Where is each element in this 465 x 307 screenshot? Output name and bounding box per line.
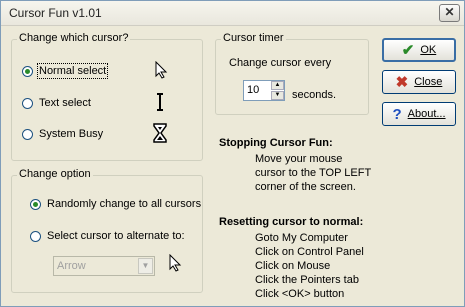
timer-value[interactable]: 10 xyxy=(247,84,259,96)
radio-normal-select[interactable]: Normal select xyxy=(22,63,109,79)
stopping-heading: Stopping Cursor Fun: xyxy=(219,137,333,149)
stopping-line-1: Move your mouse xyxy=(255,153,343,165)
radio-select-alternate[interactable]: Select cursor to alternate to: xyxy=(30,230,185,242)
cursor-fun-window: Cursor Fun v1.01 ✕ Change which cursor? … xyxy=(0,0,465,307)
question-icon: ? xyxy=(392,105,402,123)
timer-unit: seconds. xyxy=(292,89,337,101)
radio-text-select-label: Text select xyxy=(39,97,91,109)
resetting-line-1: Goto My Computer xyxy=(255,232,348,244)
radio-normal-select-dot[interactable] xyxy=(22,65,33,77)
about-button-label: About... xyxy=(407,108,446,120)
about-button[interactable]: ? About... xyxy=(382,102,456,126)
stopping-line-3: corner of the screen. xyxy=(255,181,356,193)
radio-system-busy-dot[interactable] xyxy=(22,128,33,140)
window-close-button[interactable]: ✕ xyxy=(439,4,460,22)
preview-cursor-icon xyxy=(169,254,182,272)
radio-system-busy[interactable]: System Busy xyxy=(22,128,103,140)
alternate-cursor-value: Arrow xyxy=(57,260,86,272)
radio-randomly-change-dot[interactable] xyxy=(30,198,41,210)
radio-select-alternate-dot[interactable] xyxy=(30,230,41,242)
hourglass-icon xyxy=(153,123,167,143)
radio-randomly-change-label: Randomly change to all cursors xyxy=(47,198,202,210)
close-icon: ✕ xyxy=(444,5,455,19)
text-cursor-icon xyxy=(157,93,163,111)
arrow-cursor-icon xyxy=(155,61,168,79)
cursor-timer-group: Cursor timer Change cursor every xyxy=(215,32,369,115)
ok-button[interactable]: ✔ OK xyxy=(382,38,456,62)
spin-down-icon[interactable]: ▼ xyxy=(271,91,284,100)
cursor-group-legend: Change which cursor? xyxy=(17,32,131,44)
radio-randomly-change[interactable]: Randomly change to all cursors xyxy=(30,198,201,210)
resetting-heading: Resetting cursor to normal: xyxy=(219,216,364,228)
change-option-legend: Change option xyxy=(17,168,93,180)
radio-text-select-dot[interactable] xyxy=(22,97,33,109)
radio-text-select[interactable]: Text select xyxy=(22,97,91,109)
resetting-line-3: Click on Mouse xyxy=(255,260,331,272)
close-button-label: Close xyxy=(414,76,443,88)
checkmark-icon: ✔ xyxy=(401,41,415,59)
timer-spinner[interactable]: 10 ▲ ▼ xyxy=(243,80,285,101)
resetting-line-2: Click on Control Panel xyxy=(255,246,364,258)
alternate-cursor-select[interactable]: Arrow ▼ xyxy=(53,256,155,276)
resetting-line-4: Click the Pointers tab xyxy=(255,274,359,286)
chevron-down-icon[interactable]: ▼ xyxy=(138,258,153,274)
cursor-timer-legend: Cursor timer xyxy=(221,32,286,44)
close-button[interactable]: ✖ Close xyxy=(382,70,456,94)
window-title: Cursor Fun v1.01 xyxy=(9,6,102,20)
stopping-line-2: cursor to the TOP LEFT xyxy=(255,167,372,179)
ok-button-label: OK xyxy=(420,44,437,56)
title-bar[interactable]: Cursor Fun v1.01 ✕ xyxy=(1,1,464,26)
cursor-group: Change which cursor? Normal select Text … xyxy=(11,32,203,161)
resetting-line-5: Click <OK> button xyxy=(255,288,345,300)
red-x-icon: ✖ xyxy=(395,73,409,91)
timer-label: Change cursor every xyxy=(229,57,332,69)
radio-select-alternate-label: Select cursor to alternate to: xyxy=(47,230,185,242)
spin-up-icon[interactable]: ▲ xyxy=(271,81,284,90)
radio-normal-select-label: Normal select xyxy=(36,63,109,79)
radio-system-busy-label: System Busy xyxy=(39,128,104,140)
